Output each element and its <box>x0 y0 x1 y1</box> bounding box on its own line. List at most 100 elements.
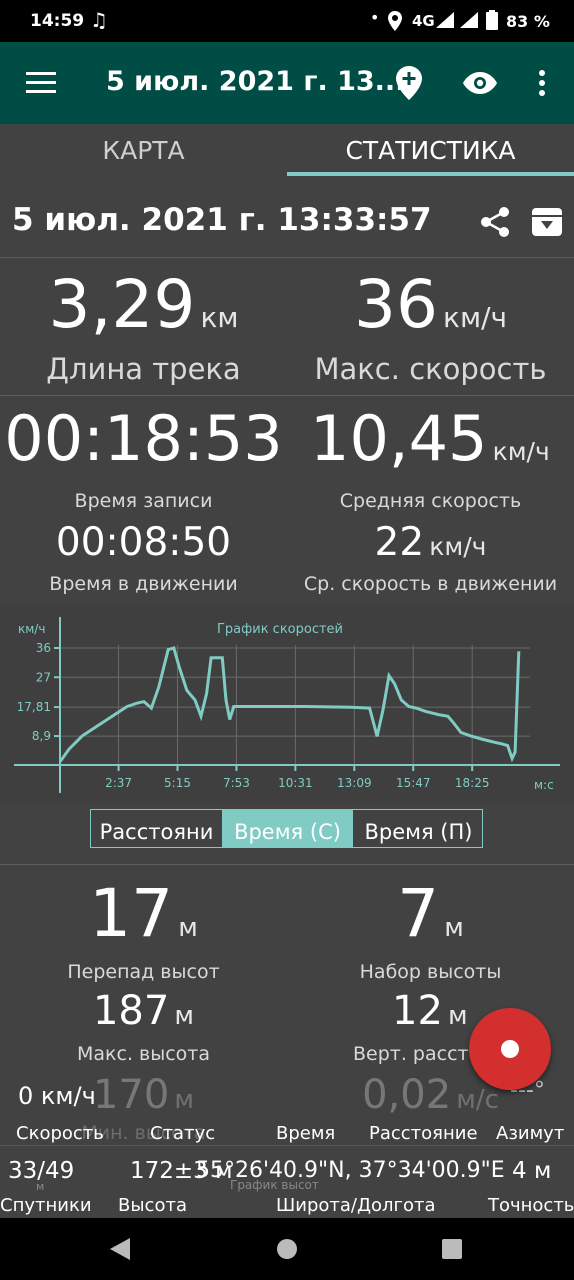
divider <box>0 395 574 396</box>
add-location-icon[interactable] <box>396 66 422 100</box>
dist-frac-value: 0,02 <box>362 1072 452 1118</box>
battery-level: 83 % <box>506 12 550 31</box>
mode-time-c-button[interactable]: Время (С) <box>222 810 353 848</box>
elev-gain-stat: 7 м <box>287 875 574 952</box>
tab-indicator <box>287 172 574 176</box>
chart-ytick-label: 17,81 <box>17 700 51 714</box>
chart-ytick-label: 36 <box>36 641 51 655</box>
avg-speed-stat: 10,45 км/ч <box>310 402 574 475</box>
moving-avg-speed-label: Ср. скорость в движении <box>303 573 558 595</box>
elev-diff-stat: 17 м <box>0 875 287 952</box>
max-elev-unit: м <box>174 1001 195 1031</box>
max-elev-stat: 187 м <box>0 988 287 1034</box>
toolbar: 5 июл. 2021 г. 13... <box>0 42 574 124</box>
more-vert-icon[interactable] <box>538 69 546 97</box>
elev-diff-label: Перепад высот <box>67 961 220 983</box>
location-icon <box>388 11 402 31</box>
vert-dist-stat: 12 м <box>392 988 468 1034</box>
toolbar-title: 5 июл. 2021 г. 13... <box>106 66 406 97</box>
elev-gain-value: 7 <box>397 875 440 952</box>
min-elev-value: 170 <box>92 1072 170 1118</box>
time-label: Время <box>276 1123 336 1144</box>
azimuth-label: Азимут <box>496 1123 565 1144</box>
dot-icon: • <box>370 8 380 27</box>
accuracy-label: Точность <box>488 1195 574 1216</box>
tab-map[interactable]: КАРТА <box>0 124 287 184</box>
mode-time-p-button[interactable]: Время (П) <box>353 810 484 848</box>
record-time-value: 00:18:53 <box>4 402 283 475</box>
chart-x-label: м:с <box>534 778 554 792</box>
moving-time-value: 00:08:50 <box>55 520 232 565</box>
system-nav-bar <box>0 1218 574 1280</box>
recents-icon[interactable] <box>441 1238 463 1260</box>
chart-xtick-label: 5:15 <box>164 776 191 790</box>
chart-ytick-label: 27 <box>36 670 51 684</box>
vert-dist-value: 12 <box>392 988 443 1034</box>
vert-dist-unit: м <box>448 1001 468 1031</box>
eye-icon[interactable] <box>463 72 497 94</box>
chart-xtick-label: 18:25 <box>455 776 490 790</box>
record-button[interactable] <box>469 1008 551 1090</box>
min-elev-unit: м <box>174 1085 195 1115</box>
accuracy-value: 4 м <box>512 1158 552 1184</box>
satellites-label: Спутники <box>0 1195 92 1216</box>
record-time-label: Время записи <box>74 490 213 512</box>
avg-speed-value: 10,45 <box>310 402 488 475</box>
length-unit: км <box>200 301 239 334</box>
track-title: 5 июл. 2021 г. 13:33:57 <box>12 202 432 238</box>
elev-gain-label: Набор высоты <box>359 961 502 983</box>
chart-xtick-label: 15:47 <box>396 776 431 790</box>
coords-value: 55°26'40.9"N, 37°34'00.9"E <box>196 1158 505 1183</box>
mode-distance-button[interactable]: Расстояни <box>91 810 222 848</box>
max-elev-label: Макс. высота <box>76 1043 211 1065</box>
distance-label: Расстояние <box>369 1123 478 1144</box>
battery-icon <box>486 10 498 30</box>
elev-diff-value: 17 <box>89 875 174 952</box>
length-stat: 3,29 км <box>0 266 287 343</box>
speed-chart-svg: График скоростей км/ч м:с 36 27 17,81 8,9 2:… <box>14 617 560 793</box>
chart-ytick-label: 8,9 <box>32 729 51 743</box>
divider <box>0 257 574 258</box>
altitude-label: Высота <box>118 1195 187 1216</box>
signal-icon-2 <box>460 12 478 28</box>
speed-label: Скорость <box>16 1123 104 1144</box>
elev-gain-unit: м <box>444 913 464 943</box>
chart-xtick-label: 13:09 <box>337 776 372 790</box>
elev-diff-unit: м <box>178 913 198 943</box>
dist-frac-unit: м/с <box>456 1085 499 1115</box>
moving-avg-speed-unit: км/ч <box>429 532 487 561</box>
moving-time-stat: 00:08:50 <box>0 520 287 565</box>
menu-icon[interactable] <box>26 70 56 94</box>
divider <box>0 864 574 865</box>
signal-icon <box>436 12 454 28</box>
speed-series-line <box>58 646 521 763</box>
gps-info-bar: График высот м 33/49 172±3 м 55°26'40.9"… <box>0 1145 574 1219</box>
coords-label: Широта/Долгота <box>276 1195 436 1216</box>
moving-time-label: Время в движении <box>49 573 238 595</box>
back-icon[interactable] <box>110 1238 132 1260</box>
record-dot-icon <box>501 1040 519 1058</box>
share-icon[interactable] <box>480 206 510 238</box>
avg-speed-unit: км/ч <box>492 437 550 466</box>
status-bar: 14:59 ♫ • 4G 83 % <box>0 0 574 42</box>
chart-xtick-label: 2:37 <box>105 776 132 790</box>
network-type: 4G <box>412 12 435 30</box>
max-elev-value: 187 <box>92 988 170 1034</box>
tab-bar: КАРТА СТАТИСТИКА <box>0 124 574 184</box>
max-speed-stat: 36 км/ч <box>287 266 574 343</box>
speed-chart: График скоростей км/ч м:с 36 27 17,81 8,9 2:… <box>0 605 574 805</box>
avg-speed-label: Средняя скорость <box>339 490 522 512</box>
chart-y-label: км/ч <box>18 622 45 636</box>
moving-avg-speed-value: 22 <box>374 520 425 565</box>
max-speed-unit: км/ч <box>443 301 508 334</box>
chart-title: График скоростей <box>217 622 343 637</box>
chart-mode-selector: Расстояни Время (С) Время (П) <box>90 809 483 848</box>
moving-avg-speed-stat: 22 км/ч <box>287 520 574 565</box>
home-icon[interactable] <box>276 1238 298 1260</box>
max-speed-value: 36 <box>353 266 438 343</box>
status-label: Статус <box>150 1123 216 1144</box>
music-note-icon: ♫ <box>90 8 108 32</box>
chart-xtick-label: 10:31 <box>278 776 313 790</box>
archive-icon[interactable] <box>532 208 562 236</box>
chart-xtick-label: 7:53 <box>223 776 250 790</box>
